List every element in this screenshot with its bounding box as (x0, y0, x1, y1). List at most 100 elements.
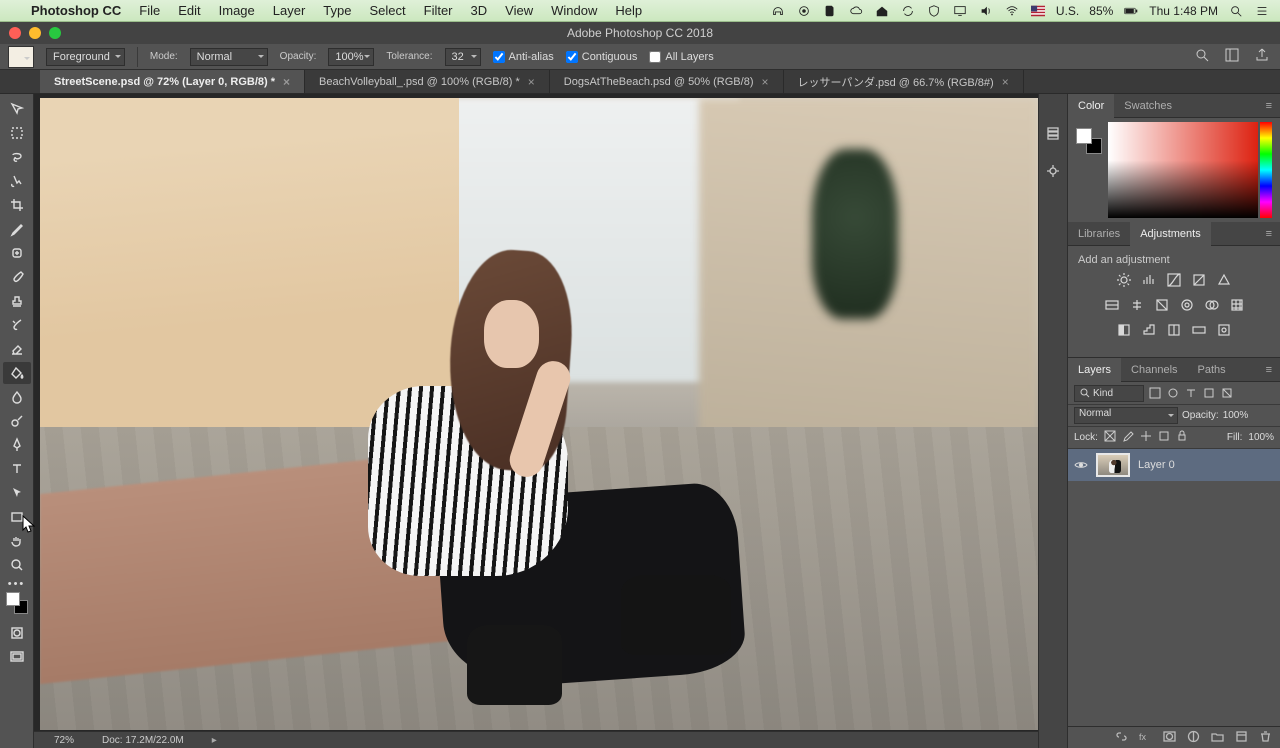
cloud-icon[interactable] (848, 3, 864, 19)
invert-icon[interactable] (1116, 322, 1132, 341)
close-tab-icon[interactable]: × (528, 75, 535, 89)
doc-info-menu-icon[interactable]: ▸ (212, 735, 217, 746)
lock-position-icon[interactable] (1140, 430, 1152, 445)
tab-beachvolleyball[interactable]: BeachVolleyball_.psd @ 100% (RGB/8) *× (305, 70, 550, 93)
layer-fill-value[interactable]: 100% (1248, 432, 1274, 443)
menu-help[interactable]: Help (606, 3, 651, 18)
clock[interactable]: Thu 1:48 PM (1149, 4, 1218, 18)
vibrance-icon[interactable] (1216, 272, 1232, 291)
link-layers-icon[interactable] (1115, 730, 1128, 746)
search-icon[interactable] (1194, 47, 1210, 66)
screen-mode-icon[interactable] (3, 646, 31, 668)
marquee-tool[interactable] (3, 122, 31, 144)
filter-smart-icon[interactable] (1220, 386, 1234, 400)
zoom-tool[interactable] (3, 554, 31, 576)
color-lookup-icon[interactable] (1229, 297, 1245, 316)
battery-icon[interactable] (1123, 3, 1139, 19)
menu-view[interactable]: View (496, 3, 542, 18)
filter-adjust-icon[interactable] (1166, 386, 1180, 400)
tab-adjustments[interactable]: Adjustments (1130, 222, 1211, 246)
dodge-tool[interactable] (3, 410, 31, 432)
spotlight-icon[interactable] (1228, 3, 1244, 19)
black-white-icon[interactable] (1154, 297, 1170, 316)
new-adjustment-icon[interactable] (1187, 730, 1200, 746)
channel-mixer-icon[interactable] (1204, 297, 1220, 316)
stamp-tool[interactable] (3, 290, 31, 312)
layer-fx-icon[interactable]: fx (1139, 730, 1152, 746)
menu-type[interactable]: Type (314, 3, 360, 18)
menu-select[interactable]: Select (360, 3, 414, 18)
volume-icon[interactable] (978, 3, 994, 19)
lock-all-icon[interactable] (1176, 430, 1188, 445)
zoom-window-icon[interactable] (49, 27, 61, 39)
edit-toolbar-icon[interactable]: ••• (8, 578, 26, 588)
new-group-icon[interactable] (1211, 730, 1224, 746)
new-layer-icon[interactable] (1235, 730, 1248, 746)
eraser-tool[interactable] (3, 338, 31, 360)
menu-window[interactable]: Window (542, 3, 606, 18)
home-icon[interactable] (874, 3, 890, 19)
history-brush-tool[interactable] (3, 314, 31, 336)
posterize-icon[interactable] (1141, 322, 1157, 341)
record-icon[interactable] (796, 3, 812, 19)
all-layers-checkbox[interactable]: All Layers (649, 51, 713, 63)
tolerance-field[interactable]: 32 (445, 48, 481, 66)
close-tab-icon[interactable]: × (283, 75, 290, 89)
delete-layer-icon[interactable] (1259, 730, 1272, 746)
healing-tool[interactable] (3, 242, 31, 264)
minimize-window-icon[interactable] (29, 27, 41, 39)
layer-row[interactable]: Layer 0 (1068, 449, 1280, 481)
input-source[interactable]: U.S. (1056, 4, 1079, 18)
tab-dogsatthebeach[interactable]: DogsAtTheBeach.psd @ 50% (RGB/8)× (550, 70, 784, 93)
zoom-readout[interactable]: 72% (54, 735, 74, 746)
app-menu[interactable]: Photoshop CC (22, 3, 130, 18)
doc-info[interactable]: Doc: 17.2M/22.0M (102, 735, 184, 746)
panel-menu-icon[interactable]: ≡ (1266, 100, 1280, 112)
menu-image[interactable]: Image (210, 3, 264, 18)
crop-tool[interactable] (3, 194, 31, 216)
paint-bucket-tool[interactable] (3, 362, 31, 384)
layer-name[interactable]: Layer 0 (1138, 459, 1175, 471)
wifi-icon[interactable] (1004, 3, 1020, 19)
quick-select-tool[interactable] (3, 170, 31, 192)
workspace-frame-icon[interactable] (1224, 47, 1240, 66)
hue-slider[interactable] (1260, 122, 1272, 218)
menu-edit[interactable]: Edit (169, 3, 209, 18)
path-select-tool[interactable] (3, 482, 31, 504)
lasso-tool[interactable] (3, 146, 31, 168)
gradient-map-icon[interactable] (1191, 322, 1207, 341)
photo-filter-icon[interactable] (1179, 297, 1195, 316)
tab-paths[interactable]: Paths (1188, 358, 1236, 382)
menu-file[interactable]: File (130, 3, 169, 18)
hand-tool[interactable] (3, 530, 31, 552)
window-controls[interactable] (0, 27, 61, 39)
antialias-checkbox[interactable]: Anti-alias (493, 51, 554, 63)
sync-icon[interactable] (900, 3, 916, 19)
lock-pixels-icon[interactable] (1122, 430, 1134, 445)
color-field[interactable] (1108, 122, 1258, 218)
filter-type-icon[interactable] (1184, 386, 1198, 400)
lock-artboard-icon[interactable] (1158, 430, 1170, 445)
layer-blend-dropdown[interactable]: Normal (1074, 407, 1178, 424)
history-panel-icon[interactable] (1045, 126, 1061, 147)
tab-streetscene[interactable]: StreetScene.psd @ 72% (Layer 0, RGB/8) *… (40, 70, 305, 93)
close-tab-icon[interactable]: × (761, 75, 768, 89)
exposure-icon[interactable] (1191, 272, 1207, 291)
menu-layer[interactable]: Layer (264, 3, 315, 18)
properties-panel-icon[interactable] (1045, 163, 1061, 184)
pen-tool[interactable] (3, 434, 31, 456)
layer-thumbnail[interactable] (1096, 453, 1130, 477)
layer-opacity-value[interactable]: 100% (1223, 410, 1249, 421)
evernote-icon[interactable] (822, 3, 838, 19)
levels-icon[interactable] (1141, 272, 1157, 291)
panel-menu-icon[interactable]: ≡ (1266, 364, 1280, 376)
close-window-icon[interactable] (9, 27, 21, 39)
curves-icon[interactable] (1166, 272, 1182, 291)
eyedropper-tool[interactable] (3, 218, 31, 240)
layer-mask-icon[interactable] (1163, 730, 1176, 746)
hue-sat-icon[interactable] (1104, 297, 1120, 316)
tab-layers[interactable]: Layers (1068, 358, 1121, 382)
fill-source-dropdown[interactable]: Foreground (46, 48, 125, 66)
layer-visibility-icon[interactable] (1074, 458, 1088, 472)
threshold-icon[interactable] (1166, 322, 1182, 341)
